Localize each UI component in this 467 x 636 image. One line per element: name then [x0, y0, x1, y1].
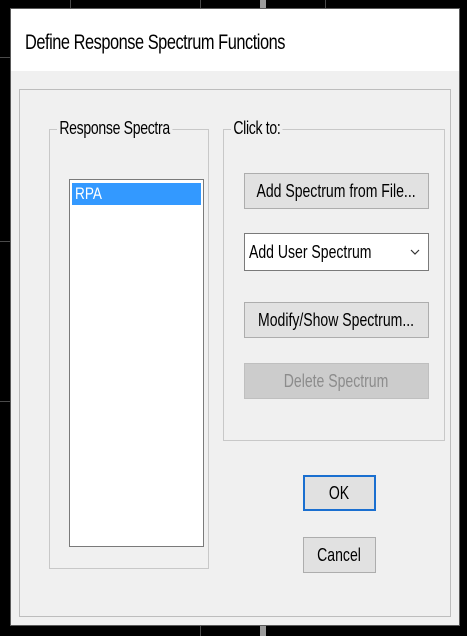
response-spectra-list[interactable]: RPA: [69, 179, 204, 547]
grid-line: [0, 401, 10, 402]
ok-button[interactable]: OK: [303, 475, 376, 511]
dialog-title: Define Response Spectrum Functions: [25, 31, 285, 54]
modify-show-spectrum-label: Modify/Show Spectrum...: [258, 309, 415, 330]
define-response-spectrum-dialog: Define Response Spectrum Functions Respo…: [10, 8, 460, 626]
add-spectrum-type-select[interactable]: Add User Spectrum: [244, 233, 429, 271]
cancel-button[interactable]: Cancel: [303, 537, 376, 573]
ok-label: OK: [329, 482, 350, 503]
list-item-rpa[interactable]: RPA: [72, 183, 201, 205]
cancel-label: Cancel: [317, 544, 362, 565]
response-spectra-label: Response Spectra: [57, 118, 173, 139]
add-spectrum-from-file-button[interactable]: Add Spectrum from File...: [244, 173, 429, 209]
grid-line: [0, 241, 10, 242]
delete-spectrum-button[interactable]: Delete Spectrum: [244, 363, 429, 399]
modify-show-spectrum-button[interactable]: Modify/Show Spectrum...: [244, 302, 429, 338]
add-spectrum-type-value: Add User Spectrum: [249, 242, 372, 262]
chevron-down-icon: [410, 249, 420, 255]
list-item-label: RPA: [75, 184, 102, 203]
grid-line: [200, 626, 201, 636]
grid-line: [260, 626, 266, 636]
grid-line: [0, 57, 10, 58]
title-bar[interactable]: Define Response Spectrum Functions: [11, 9, 459, 71]
click-to-label: Click to:: [231, 118, 283, 139]
add-spectrum-from-file-label: Add Spectrum from File...: [256, 180, 417, 201]
delete-spectrum-label: Delete Spectrum: [284, 370, 389, 391]
